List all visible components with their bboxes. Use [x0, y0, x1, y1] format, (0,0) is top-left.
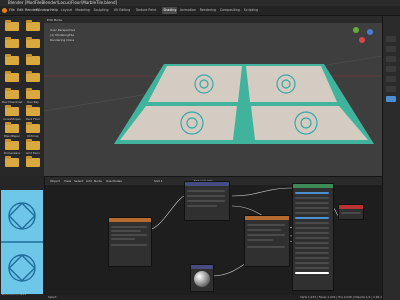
gizmo-y-icon	[353, 27, 359, 33]
folder-label: Dark Floor	[25, 117, 41, 121]
folder-label: Dev Download	[2, 100, 22, 104]
folder-label: Grid Deco	[26, 151, 40, 155]
ne-object[interactable]: Object	[50, 179, 60, 183]
node-sphere-preview[interactable]	[190, 264, 214, 292]
tab-scripting[interactable]: Scripting	[243, 7, 259, 14]
folder-icon[interactable]	[26, 105, 40, 116]
folder-icon[interactable]	[26, 71, 40, 82]
folder-icon[interactable]	[26, 122, 40, 133]
folder-icon[interactable]	[5, 54, 19, 65]
folder-label: Dirtmap	[27, 134, 39, 138]
node-mapping[interactable]	[184, 181, 230, 221]
folder-icon[interactable]	[26, 20, 40, 31]
tab-compositing[interactable]: Compositing	[219, 7, 241, 14]
blender-logo-icon[interactable]	[2, 8, 7, 13]
gizmo-z-icon	[367, 29, 373, 35]
folder-icon[interactable]	[26, 37, 40, 48]
viewport-header: Edit Mode	[44, 16, 382, 23]
object-properties-icon[interactable]	[386, 86, 396, 92]
node-image-texture-1[interactable]	[108, 217, 152, 267]
tab-texture-paint[interactable]: Texture Paint	[135, 7, 158, 14]
output-properties-icon[interactable]	[386, 56, 396, 62]
tile-quadrant-tr	[246, 66, 337, 102]
texture-pattern	[1, 190, 43, 294]
material-properties-icon[interactable]	[386, 96, 396, 102]
folder-label: Dinnerware	[3, 151, 21, 155]
ne-node[interactable]: Node	[94, 179, 102, 183]
folder-icon[interactable]	[5, 20, 19, 31]
ne-select[interactable]: Select	[74, 179, 83, 183]
tab-sculpting[interactable]: Sculpting	[93, 7, 110, 14]
ne-view[interactable]: View	[64, 179, 71, 183]
folder-icon[interactable]	[26, 139, 40, 150]
status-right: Verts 1,234 | Faces 1,024 | Tris 2,048 |…	[300, 295, 383, 299]
tab-uv-editing[interactable]: UV Editing	[113, 7, 132, 14]
ne-add[interactable]: Add	[86, 179, 92, 183]
status-left: Select	[48, 295, 57, 299]
texture-preview[interactable]	[1, 190, 43, 294]
menu-help[interactable]: Help	[50, 7, 58, 14]
tool-properties-icon[interactable]	[386, 36, 396, 42]
folder-icon[interactable]	[5, 71, 19, 82]
ne-use-nodes[interactable]: Use Nodes	[106, 179, 122, 183]
tab-shading[interactable]: Shading	[162, 7, 178, 14]
folder-icon[interactable]	[26, 88, 40, 99]
menu-file[interactable]: File	[9, 7, 15, 14]
folder-icon[interactable]	[5, 105, 19, 116]
folder-icon[interactable]	[5, 156, 19, 167]
node-material-output[interactable]	[338, 204, 364, 220]
folder-label: Dev Ray	[27, 100, 39, 104]
viewport-canvas[interactable]	[44, 16, 382, 176]
world-properties-icon[interactable]	[386, 76, 396, 82]
folder-icon[interactable]	[5, 122, 19, 133]
node-image-texture-2[interactable]	[244, 215, 290, 267]
file-browser-grid: Dev Download Dev Ray CrossStripes Dark Floo…	[0, 16, 44, 176]
folder-icon[interactable]	[26, 54, 40, 65]
folder-icon[interactable]	[5, 88, 19, 99]
node-principled-bsdf[interactable]	[292, 183, 334, 291]
menu-bar: File Edit Render Window Help Layout Model…	[0, 6, 400, 16]
render-properties-icon[interactable]	[386, 46, 396, 52]
folder-icon[interactable]	[26, 156, 40, 167]
tab-layout[interactable]: Layout	[60, 7, 73, 14]
folder-label: BlendPaper	[4, 134, 20, 138]
folder-icon[interactable]	[5, 139, 19, 150]
viewport-overlay-2: (1) ModelingTile	[50, 33, 75, 37]
tab-animation[interactable]: Animation	[179, 7, 197, 14]
tab-rendering[interactable]: Rendering	[199, 7, 217, 14]
tab-modeling[interactable]: Modeling	[74, 7, 91, 14]
viewport-overlay-3: Rendering Done	[50, 38, 75, 42]
ne-slot[interactable]: Slot 1	[154, 179, 163, 183]
status-bar: Select Verts 1,234 | Faces 1,024 | Tris …	[0, 295, 382, 300]
folder-icon[interactable]	[5, 37, 19, 48]
scene-properties-icon[interactable]	[386, 66, 396, 72]
gizmo-x-icon	[359, 37, 365, 43]
sphere-preview-icon	[194, 271, 210, 287]
3d-viewport[interactable]	[44, 16, 382, 176]
folder-label: CrossStripes	[3, 117, 21, 121]
menu-window[interactable]: Window	[36, 7, 49, 14]
properties-panel	[382, 16, 400, 300]
mode-selector[interactable]: Edit Mode	[47, 18, 62, 22]
viewport-overlay-1: User Perspective	[50, 28, 76, 32]
menu-edit[interactable]: Edit	[17, 7, 24, 14]
